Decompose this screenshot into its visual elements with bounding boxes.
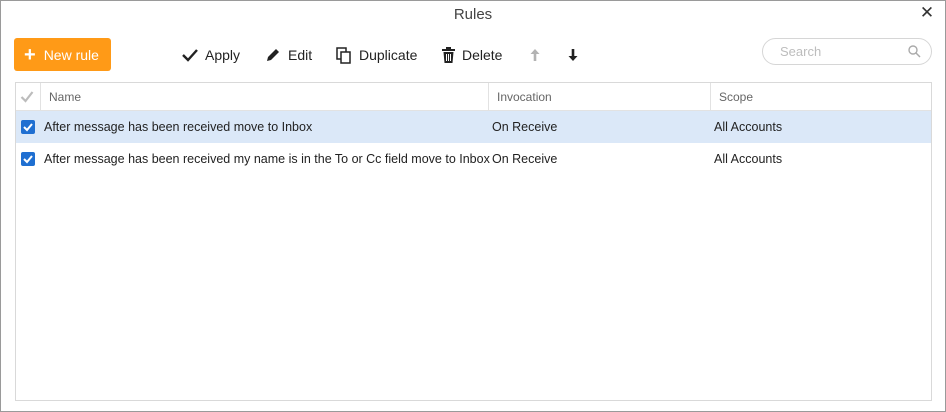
plus-icon: + [24, 43, 36, 66]
pencil-icon [267, 49, 279, 61]
checkmark-icon [23, 123, 33, 132]
move-up-button[interactable] [529, 44, 548, 66]
column-header-scope[interactable]: Scope [710, 83, 931, 111]
rule-name: After message has been received move to … [44, 120, 313, 134]
rule-scope: All Accounts [714, 120, 783, 134]
search-input[interactable] [778, 43, 908, 60]
column-header-invocation[interactable]: Invocation [488, 83, 710, 111]
row-checkbox[interactable] [21, 120, 35, 134]
rule-scope: All Accounts [714, 152, 783, 166]
duplicate-label: Duplicate [359, 47, 418, 63]
delete-button[interactable]: Delete [442, 44, 502, 66]
duplicate-icon [336, 46, 351, 64]
duplicate-button[interactable]: Duplicate [336, 44, 417, 66]
table-header: Name Invocation Scope [16, 83, 931, 111]
rule-name: After message has been received my name … [44, 152, 490, 166]
table-row[interactable]: After message has been received move to … [16, 111, 931, 143]
search-icon [908, 45, 921, 58]
row-checkbox[interactable] [21, 152, 35, 166]
arrow-down-icon [568, 49, 578, 61]
rule-invocation: On Receive [492, 120, 558, 134]
apply-label: Apply [205, 47, 241, 63]
rule-invocation: On Receive [492, 152, 558, 166]
new-rule-label: New rule [43, 46, 99, 63]
table-row[interactable]: After message has been received my name … [16, 143, 931, 175]
rules-table: Name Invocation Scope After message has … [15, 82, 932, 401]
move-down-button[interactable] [567, 44, 586, 66]
search-box[interactable] [762, 38, 932, 65]
checkmark-icon [182, 49, 198, 62]
column-header-name[interactable]: Name [40, 83, 488, 111]
checkmark-icon [23, 155, 33, 164]
apply-button[interactable]: Apply [182, 44, 240, 66]
checkmark-icon [20, 91, 34, 103]
delete-label: Delete [462, 47, 503, 63]
new-rule-button[interactable]: + New rule [14, 38, 111, 71]
select-all-checkbox[interactable] [16, 83, 40, 111]
edit-label: Edit [288, 47, 313, 63]
close-icon[interactable]: ✕ [919, 4, 935, 22]
rules-dialog: Rules ✕ + New rule Apply Edit Duplicate [0, 0, 946, 412]
dialog-title: Rules [453, 6, 493, 23]
arrow-up-icon [530, 49, 540, 61]
trash-icon [442, 47, 455, 63]
edit-button[interactable]: Edit [265, 44, 312, 66]
